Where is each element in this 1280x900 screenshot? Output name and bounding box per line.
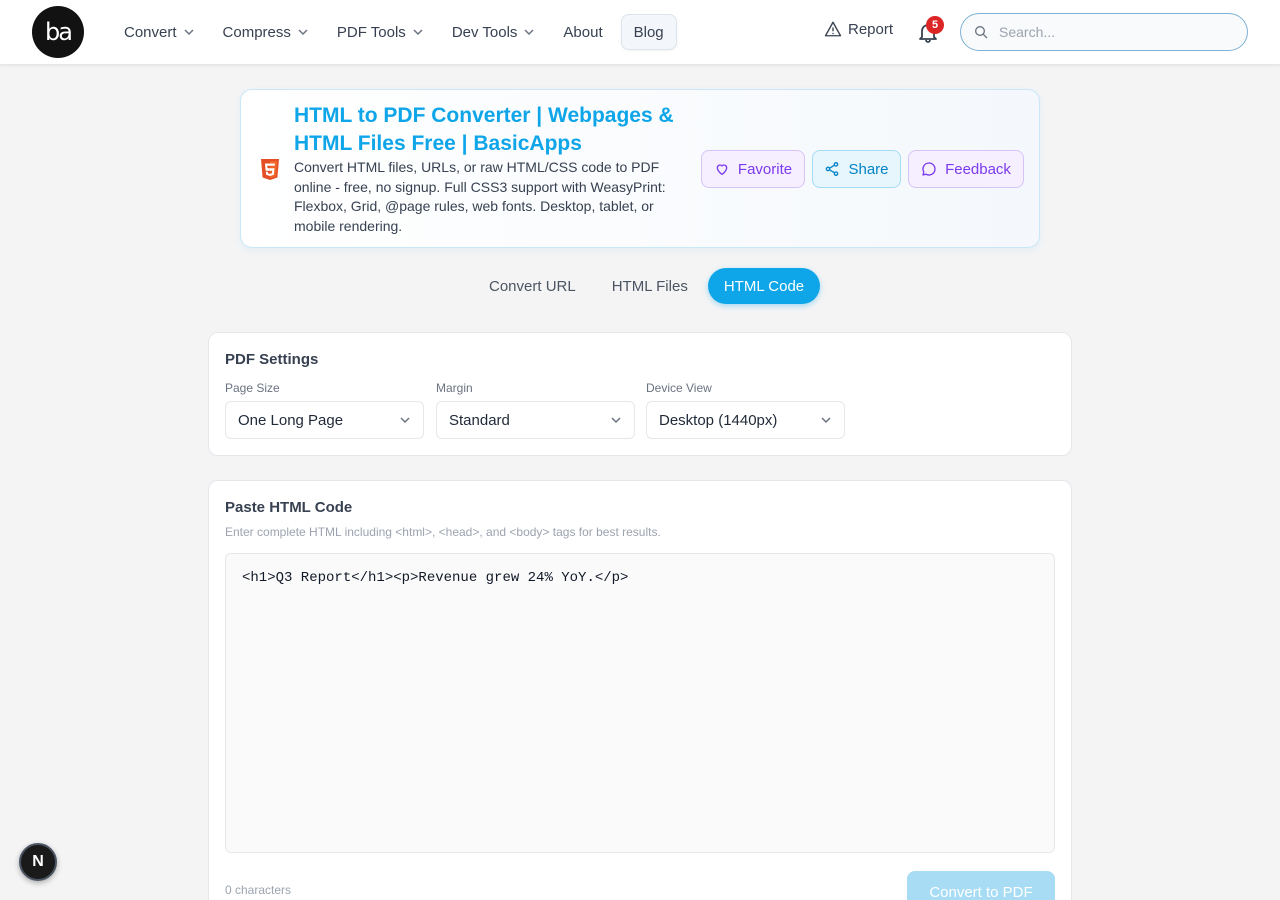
margin-value: Standard	[449, 411, 510, 429]
html-code-textarea[interactable]: <h1>Q3 Report</h1><p>Revenue grew 24% Yo…	[225, 553, 1055, 853]
nav-compress[interactable]: Compress	[211, 14, 321, 50]
warning-icon	[824, 21, 842, 37]
nav-blog[interactable]: Blog	[620, 14, 677, 50]
chevron-down-icon	[297, 26, 309, 38]
chat-bubble-icon	[922, 162, 936, 176]
chevron-down-icon	[412, 26, 424, 38]
search-icon	[975, 26, 988, 39]
dev-tools-badge[interactable]: N	[19, 843, 57, 881]
page-size-select[interactable]: One Long Page	[225, 401, 424, 439]
nav-dev-tools-label: Dev Tools	[451, 23, 518, 41]
page-size-label: Page Size	[225, 381, 280, 395]
nav-dev-tools[interactable]: Dev Tools	[440, 14, 548, 50]
nav-about-label: About	[563, 23, 603, 41]
chevron-down-icon	[523, 26, 535, 38]
nav-pdf-tools-label: PDF Tools	[336, 23, 406, 41]
margin-select[interactable]: Standard	[436, 401, 635, 439]
html-code-card: Paste HTML Code Enter complete HTML incl…	[208, 480, 1072, 900]
tab-html-files[interactable]: HTML Files	[596, 268, 704, 304]
character-count: 0 characters	[225, 883, 292, 897]
margin-field: Margin Standard	[436, 381, 635, 439]
html5-icon	[261, 159, 279, 180]
tab-html-code[interactable]: HTML Code	[707, 268, 821, 304]
device-view-select[interactable]: Desktop (1440px)	[646, 401, 845, 439]
device-view-value: Desktop (1440px)	[659, 411, 778, 429]
margin-label: Margin	[436, 381, 473, 395]
feedback-button[interactable]: Feedback	[908, 150, 1024, 188]
heart-icon	[716, 164, 728, 175]
logo[interactable]: ba	[32, 6, 84, 58]
search-input[interactable]	[999, 24, 1219, 40]
html-code-title: Paste HTML Code	[225, 499, 353, 516]
nav-convert[interactable]: Convert	[112, 14, 207, 50]
favorite-label: Favorite	[737, 160, 793, 178]
notification-count-badge: 5	[926, 16, 944, 34]
report-button[interactable]: Report	[824, 20, 893, 38]
convert-to-pdf-button[interactable]: Convert to PDF	[907, 871, 1055, 900]
page-size-field: Page Size One Long Page	[225, 381, 424, 439]
chevron-down-icon	[183, 26, 195, 38]
share-label: Share	[848, 160, 889, 178]
pdf-settings-card: PDF Settings Page Size One Long Page Mar…	[208, 332, 1072, 456]
top-navbar: ba Convert Compress PDF Tools Dev Tools …	[0, 0, 1280, 65]
device-view-field: Device View Desktop (1440px)	[646, 381, 845, 439]
chevron-down-icon	[821, 417, 831, 424]
pdf-settings-title: PDF Settings	[225, 351, 319, 368]
share-button[interactable]: Share	[812, 150, 901, 188]
chevron-down-icon	[611, 417, 621, 424]
nav-blog-label: Blog	[633, 23, 664, 41]
nav-about[interactable]: About	[551, 14, 614, 50]
search-box	[960, 13, 1248, 51]
tab-convert-url[interactable]: Convert URL	[473, 268, 592, 304]
favorite-button[interactable]: Favorite	[701, 150, 805, 188]
html-code-hint: Enter complete HTML including <html>, <h…	[225, 525, 661, 539]
page-description: Convert HTML files, URLs, or raw HTML/CS…	[294, 159, 666, 234]
chevron-down-icon	[400, 417, 410, 424]
page-size-value: One Long Page	[238, 411, 344, 429]
main-nav: Convert Compress PDF Tools Dev Tools Abo…	[112, 14, 681, 50]
nav-convert-label: Convert	[124, 23, 177, 41]
tool-hero-card: HTML to PDF Converter | Webpages & HTML …	[240, 89, 1040, 248]
nav-pdf-tools[interactable]: PDF Tools	[325, 14, 436, 50]
report-label: Report	[848, 20, 894, 38]
mode-tabs: Convert URL HTML Files HTML Code	[473, 268, 824, 304]
share-icon	[826, 162, 839, 176]
nav-compress-label: Compress	[222, 23, 291, 41]
feedback-label: Feedback	[945, 160, 1011, 178]
device-view-label: Device View	[646, 381, 712, 395]
page-title: HTML to PDF Converter | Webpages & HTML …	[294, 104, 674, 155]
